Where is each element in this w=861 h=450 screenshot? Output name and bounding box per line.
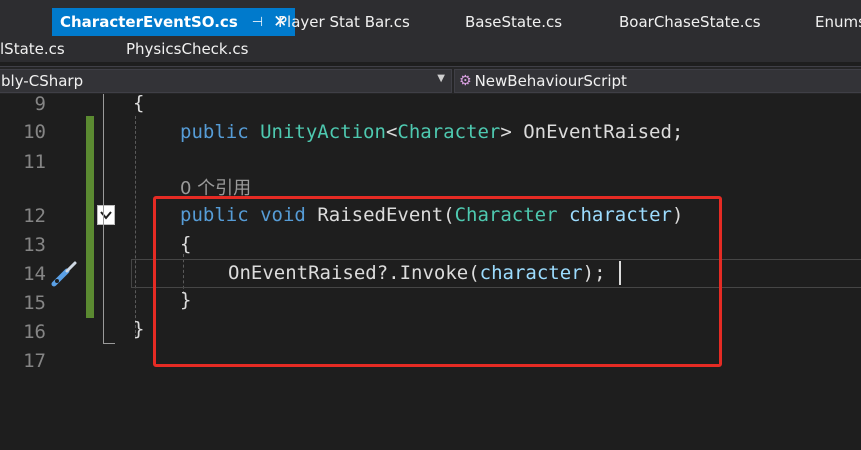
tab-label: PhysicsCheck.cs bbox=[126, 40, 249, 58]
tab-label: lState.cs bbox=[0, 40, 65, 58]
chevron-down-icon: ▼ bbox=[437, 73, 445, 84]
class-icon: ⚙ bbox=[459, 73, 472, 89]
tab-enums[interactable]: Enums bbox=[815, 8, 861, 36]
line-number: 17 bbox=[23, 350, 46, 372]
collapse-icon[interactable] bbox=[97, 205, 115, 225]
tab-pin-icon[interactable]: ⊣ bbox=[252, 15, 263, 30]
tab-player-stat-bar[interactable]: Player Stat Bar.cs bbox=[278, 8, 410, 36]
line-number: 12 bbox=[23, 205, 46, 227]
quick-actions-screwdriver-icon[interactable] bbox=[50, 258, 80, 292]
navigation-bar: bly-CSharp ▼ ⚙ NewBehaviourScript bbox=[0, 66, 861, 95]
code-line-16: } bbox=[133, 318, 144, 340]
code-line-9: { bbox=[133, 92, 144, 114]
tab-lstate[interactable]: lState.cs bbox=[0, 36, 65, 62]
code-line-10: public UnityAction<Character> OnEventRai… bbox=[180, 121, 683, 143]
line-number: 10 bbox=[23, 121, 46, 143]
token: < bbox=[385, 121, 398, 143]
tab-basestate[interactable]: BaseState.cs bbox=[465, 8, 562, 36]
class-dropdown[interactable]: ⚙ NewBehaviourScript bbox=[454, 69, 861, 93]
tab-label: Player Stat Bar.cs bbox=[278, 13, 410, 31]
keyword: public bbox=[180, 121, 249, 143]
line-number: 15 bbox=[23, 292, 46, 314]
line-number: 13 bbox=[23, 234, 46, 256]
title-band bbox=[0, 0, 861, 8]
tab-physicscheck[interactable]: PhysicsCheck.cs bbox=[126, 36, 248, 62]
indent-guide bbox=[135, 116, 136, 338]
type-name: UnityAction bbox=[260, 121, 386, 143]
outline-guide bbox=[103, 94, 104, 344]
line-number: 9 bbox=[34, 93, 46, 115]
token: > OnEventRaised; bbox=[500, 121, 684, 143]
line-number: 14 bbox=[23, 263, 46, 285]
document-tab-row-2: lState.cs PhysicsCheck.cs bbox=[0, 36, 861, 62]
tab-label: Enums bbox=[815, 13, 861, 31]
tab-label: BaseState.cs bbox=[465, 13, 563, 31]
tab-label: BoarChaseState.cs bbox=[619, 13, 761, 31]
change-indicator-bar bbox=[86, 116, 94, 318]
type-name: Character bbox=[397, 121, 501, 143]
highlight-annotation-box bbox=[153, 196, 722, 367]
project-dropdown-label: bly-CSharp bbox=[1, 72, 84, 90]
brace: { bbox=[133, 92, 145, 114]
brace: } bbox=[133, 318, 145, 340]
tab-charactereventso[interactable]: CharacterEventSO.cs ⊣ ✕ bbox=[52, 8, 296, 36]
document-tab-row-1: CharacterEventSO.cs ⊣ ✕ Player Stat Bar.… bbox=[0, 8, 861, 36]
outline-guide-end bbox=[103, 343, 115, 344]
line-number: 11 bbox=[23, 151, 46, 173]
tab-label: CharacterEventSO.cs bbox=[60, 13, 238, 31]
line-number: 16 bbox=[23, 321, 46, 343]
project-dropdown[interactable]: bly-CSharp ▼ bbox=[0, 69, 452, 93]
code-editor[interactable]: 9 10 11 12 13 14 15 16 17 { public Unity… bbox=[0, 92, 861, 450]
tab-boarchasestate[interactable]: BoarChaseState.cs bbox=[619, 8, 761, 36]
class-dropdown-label: NewBehaviourScript bbox=[474, 72, 627, 90]
